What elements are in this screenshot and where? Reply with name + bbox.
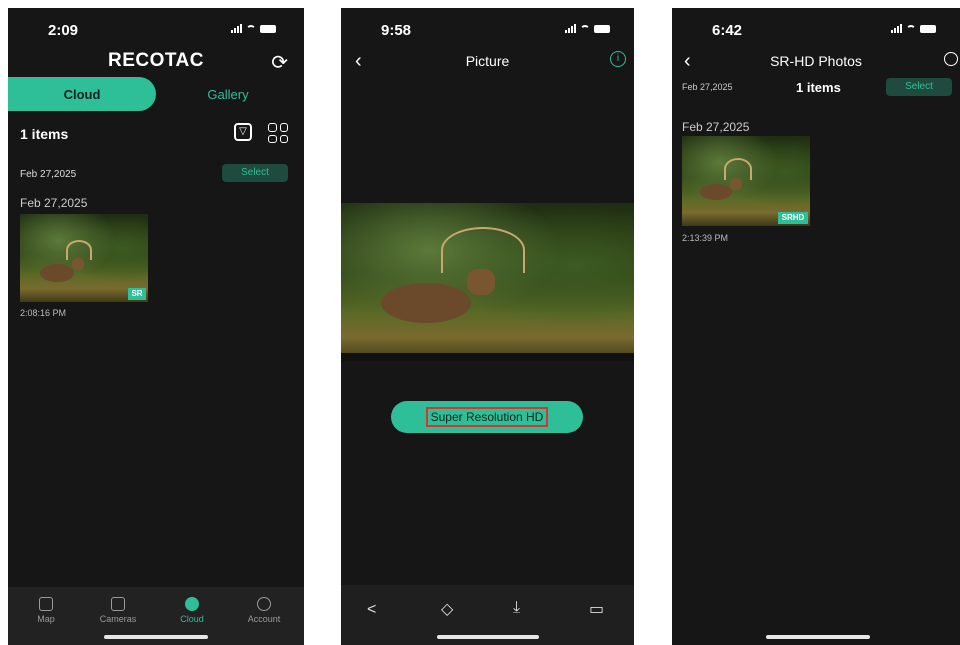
select-button[interactable]: Select: [886, 78, 952, 96]
map-icon: [39, 597, 53, 611]
photo-thumbnail[interactable]: SRHD: [682, 136, 810, 226]
trash-icon[interactable]: ▭: [589, 599, 604, 619]
group-date: Feb 27,2025: [20, 196, 88, 210]
wifi-icon: [906, 24, 916, 33]
signal-icon: [565, 24, 576, 33]
phone-screen-cloud: 2:09 RECOTAC ⟳ Cloud Gallery 1 items ▽ F…: [8, 8, 304, 645]
tag-icon[interactable]: ◇: [441, 599, 453, 619]
camera-icon: [111, 597, 125, 611]
status-icons: [231, 24, 276, 33]
share-icon[interactable]: <: [367, 601, 376, 619]
grid-view-icon[interactable]: [268, 123, 288, 143]
status-time: 9:58: [381, 22, 412, 39]
status-bar: 9:58: [341, 22, 634, 42]
date-label: Feb 27,2025: [682, 82, 733, 92]
date-label: Feb 27,2025: [20, 169, 77, 180]
signal-icon: [231, 24, 242, 33]
srhd-badge: SRHD: [778, 212, 808, 224]
home-indicator: [766, 635, 870, 639]
antler-shape: [66, 240, 92, 260]
nav-account[interactable]: Account: [234, 597, 294, 624]
wifi-icon: [580, 24, 590, 33]
account-icon: [257, 597, 271, 611]
super-resolution-button[interactable]: Super Resolution HD: [391, 401, 583, 433]
group-date: Feb 27,2025: [682, 120, 750, 134]
nav-map[interactable]: Map: [16, 597, 76, 624]
photo-info-strip: [341, 353, 634, 361]
photo-thumbnail[interactable]: SR: [20, 214, 148, 302]
status-icons: [891, 24, 936, 33]
select-button[interactable]: Select: [222, 164, 288, 182]
nav-cloud-label: Cloud: [180, 614, 204, 624]
status-bar: 2:09: [8, 22, 304, 42]
deer-shape: [40, 264, 74, 282]
sr-badge: SR: [128, 288, 146, 300]
nav-cloud[interactable]: Cloud: [162, 597, 222, 624]
home-indicator: [437, 635, 539, 639]
tab-gallery[interactable]: Gallery: [188, 87, 268, 102]
item-count: 1 items: [20, 126, 69, 142]
page-title: Picture: [465, 53, 510, 69]
photo-toolbar: < ◇ ⤓ ▭: [341, 585, 634, 645]
wifi-icon: [246, 24, 256, 33]
signal-icon: [891, 24, 902, 33]
page-title: SR-HD Photos: [770, 53, 862, 69]
full-photo: [341, 203, 634, 361]
filter-icon[interactable]: ▽: [234, 123, 252, 141]
info-icon[interactable]: i: [610, 51, 626, 67]
item-count: 1 items: [796, 80, 841, 95]
app-brand: RECOTAC: [107, 50, 205, 71]
battery-icon: [260, 24, 276, 33]
status-time: 2:09: [48, 22, 79, 39]
deer-shape: [700, 184, 732, 200]
battery-icon: [920, 24, 936, 33]
photo-time: 2:13:39 PM: [682, 233, 729, 243]
status-time: 6:42: [712, 22, 743, 39]
antler-shape: [724, 158, 752, 180]
battery-icon: [594, 24, 610, 33]
nav-account-label: Account: [247, 614, 281, 624]
super-resolution-label: Super Resolution HD: [425, 407, 549, 427]
cloud-icon: [185, 597, 199, 611]
bottom-tab-bar: Map Cameras Cloud Account: [8, 587, 304, 645]
nav-cameras-label: Cameras: [99, 614, 137, 624]
home-indicator: [104, 635, 208, 639]
phone-screen-sr-hd-photos: 6:42 ‹ SR-HD Photos Feb 27,2025 1 items …: [672, 8, 960, 645]
tab-cloud[interactable]: Cloud: [8, 77, 156, 111]
download-icon[interactable]: ⤓: [513, 599, 520, 617]
history-icon[interactable]: [944, 52, 958, 66]
deer-shape: [381, 283, 471, 323]
nav-map-label: Map: [37, 614, 55, 624]
photo-time: 2:08:16 PM: [20, 308, 67, 318]
refresh-icon[interactable]: ⟳: [271, 50, 288, 75]
phone-screen-picture: 9:58 ‹ Picture i Super Resolution HD < ◇…: [341, 8, 634, 645]
status-icons: [565, 24, 610, 33]
antler-shape: [441, 227, 525, 273]
status-bar: 6:42: [672, 22, 960, 42]
nav-cameras[interactable]: Cameras: [88, 597, 148, 624]
